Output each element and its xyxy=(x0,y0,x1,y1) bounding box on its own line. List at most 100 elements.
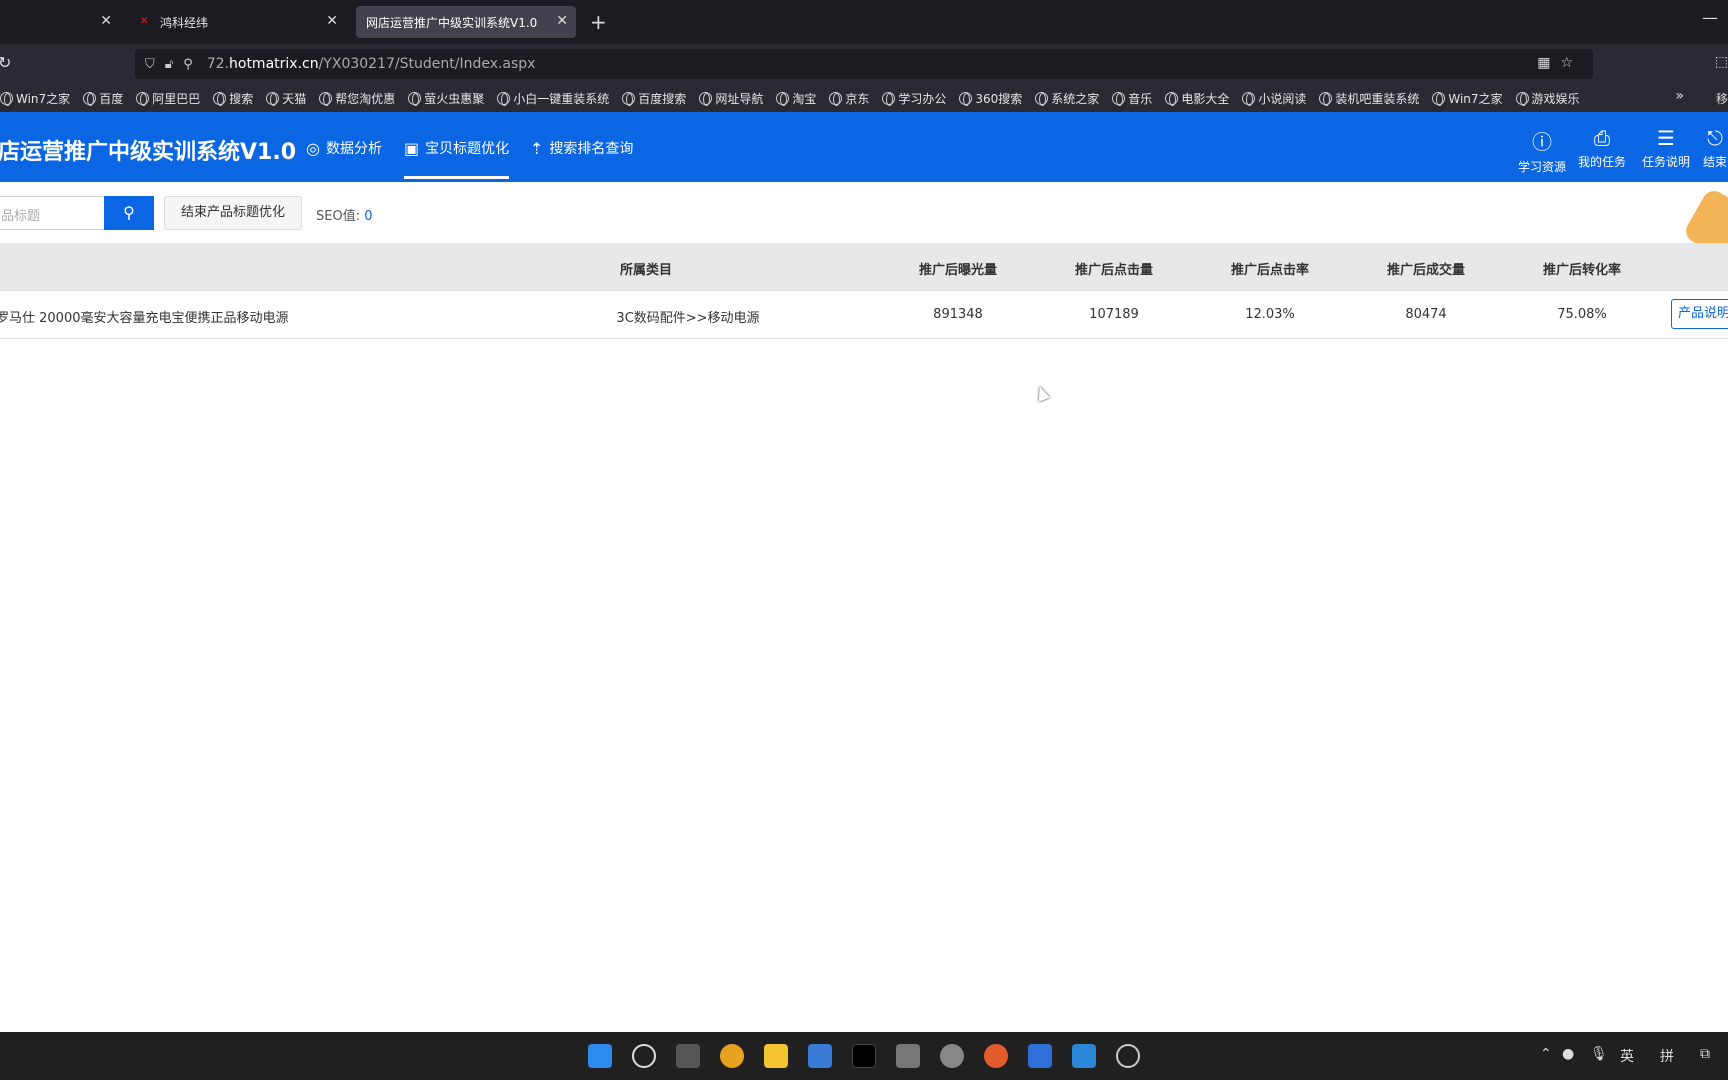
exposure-value: 891348 xyxy=(933,307,983,322)
globe-icon xyxy=(83,91,97,106)
bookmark-label: 网址导航 xyxy=(715,91,764,106)
file-explorer-icon[interactable] xyxy=(764,1044,788,1068)
list-icon: ☰ xyxy=(1657,126,1675,150)
qq-icon[interactable]: ● xyxy=(1562,1046,1574,1062)
nav-label: 宝贝标题优化 xyxy=(425,141,510,157)
nav-rank-query[interactable]: ⇡ 搜索排名查询 xyxy=(530,138,633,158)
my-tasks-button[interactable]: ⎙ 我的任务 xyxy=(1578,126,1626,170)
bookmark-item[interactable]: 京东 xyxy=(829,90,869,107)
nav-title-optimization[interactable]: ▣ 宝贝标题优化 xyxy=(404,138,510,179)
globe-icon xyxy=(497,91,511,106)
learning-resources-button[interactable]: ⓘ 学习资源 xyxy=(1518,126,1566,175)
close-icon[interactable]: ✕ xyxy=(556,13,568,29)
mic-icon[interactable]: 🎙︎ xyxy=(1590,1046,1608,1062)
globe-icon xyxy=(882,91,896,106)
globe-icon xyxy=(622,91,636,106)
browser-tab-strip: ✕ ✕ 鸿科经纬 ✕ 网店运营推广中级实训系统V1.0 ✕ + — xyxy=(0,0,1728,44)
start-icon[interactable] xyxy=(588,1044,612,1068)
globe-icon xyxy=(699,91,713,106)
end-button[interactable]: ⎋ 结束 xyxy=(1702,126,1728,170)
bookmark-item[interactable]: 阿里巴巴 xyxy=(136,90,200,107)
globe-icon xyxy=(213,91,227,106)
end-title-optimization-button[interactable]: 结束产品标题优化 xyxy=(164,196,303,230)
bookmark-item[interactable]: 音乐 xyxy=(1112,90,1152,107)
globe-icon xyxy=(1112,91,1126,106)
address-bar[interactable]: ⛉ 🔓︎ ⚲ 72.hotmatrix.cn/YX030217/Student/… xyxy=(135,49,1593,79)
obs-icon[interactable] xyxy=(1116,1044,1140,1068)
nav-label: 数据分析 xyxy=(325,141,382,157)
ime-mode[interactable]: 拼 xyxy=(1660,1046,1674,1066)
label: 任务说明 xyxy=(1642,155,1691,169)
bookmark-item[interactable]: 天猫 xyxy=(266,90,306,107)
tray-chevron-icon[interactable]: ⌃ xyxy=(1540,1046,1552,1062)
reload-icon[interactable]: ↻ xyxy=(0,53,11,72)
bookmark-item[interactable]: 百度 xyxy=(83,90,123,107)
product-category: 3C数码配件>>移动电源 xyxy=(616,311,760,326)
bookmark-item[interactable]: 小白一键重装系统 xyxy=(497,90,609,107)
globe-icon xyxy=(1165,91,1179,106)
bookmark-label: 学习办公 xyxy=(898,91,947,106)
bookmark-item[interactable]: 系统之家 xyxy=(1035,90,1099,107)
extensions-icon[interactable]: ⬚ xyxy=(1715,54,1728,70)
col-exposure: 推广后曝光量 xyxy=(918,263,997,278)
bookmark-item[interactable]: 萤火虫惠聚 xyxy=(408,90,484,107)
minimize-icon[interactable]: — xyxy=(1702,8,1718,27)
bookmark-item[interactable]: 360搜索 xyxy=(959,90,1022,107)
bookmark-label: 搜索 xyxy=(229,91,254,106)
browser-tab-3[interactable]: 网店运营推广中级实训系统V1.0 ✕ xyxy=(356,6,576,38)
calculator-icon[interactable] xyxy=(896,1044,920,1068)
firefox-icon[interactable] xyxy=(984,1044,1008,1068)
nav-data-analysis[interactable]: ◎ 数据分析 xyxy=(306,138,382,158)
bookmark-item-mobile[interactable]: 移 xyxy=(1716,90,1728,107)
bookmark-item[interactable]: 装机吧重装系统 xyxy=(1319,90,1419,107)
url-text[interactable]: 72.hotmatrix.cn/YX030217/Student/Index.a… xyxy=(207,56,536,72)
bookmark-item[interactable]: 电影大全 xyxy=(1165,90,1229,107)
bookmark-item[interactable]: 小说阅读 xyxy=(1242,90,1306,107)
new-tab-icon[interactable]: + xyxy=(590,10,607,34)
close-icon[interactable]: ✕ xyxy=(100,13,112,29)
bookmark-label: 系统之家 xyxy=(1051,91,1100,106)
task-instructions-button[interactable]: ☰ 任务说明 xyxy=(1642,126,1690,170)
qr-star-icons[interactable]: ▦☆ xyxy=(1537,55,1583,71)
browser-tab-2[interactable]: ✕ 鸿科经纬 ✕ xyxy=(130,6,346,38)
search-button[interactable]: ⚲ xyxy=(104,196,154,230)
bookmark-label: Win7之家 xyxy=(1448,91,1503,106)
bookmark-item[interactable]: 网址导航 xyxy=(699,90,763,107)
bookmark-label: 京东 xyxy=(845,91,870,106)
search-input[interactable]: 品标题 xyxy=(0,196,104,230)
bookmark-label: 帮您淘优惠 xyxy=(335,91,396,106)
notepad-icon[interactable] xyxy=(1072,1044,1096,1068)
app-icon[interactable] xyxy=(852,1044,876,1068)
browser-tab-1[interactable]: ✕ xyxy=(0,6,120,38)
ime-lang[interactable]: 英 xyxy=(1620,1046,1634,1066)
close-icon[interactable]: ✕ xyxy=(326,13,338,29)
app-title: 店运营推广中级实训系统V1.0 xyxy=(0,140,296,165)
bookmark-item[interactable]: 搜索 xyxy=(213,90,253,107)
product-description-button[interactable]: 产品说明 xyxy=(1671,299,1728,329)
bookmark-item[interactable]: 学习办公 xyxy=(882,90,946,107)
task-view-icon[interactable] xyxy=(676,1044,700,1068)
bookmark-item[interactable]: 百度搜索 xyxy=(622,90,686,107)
shield-icon[interactable]: ⛉ xyxy=(145,57,155,72)
feishu-icon[interactable] xyxy=(1028,1044,1052,1068)
bookmark-item[interactable]: Win7之家 xyxy=(0,90,70,107)
settings-icon[interactable] xyxy=(940,1044,964,1068)
lock-icon[interactable]: 🔓︎ xyxy=(165,57,173,72)
permissions-icon[interactable]: ⚲ xyxy=(183,57,193,72)
search-icon[interactable] xyxy=(632,1044,656,1068)
network-icon[interactable]: ⧉ xyxy=(1700,1046,1710,1062)
globe-icon xyxy=(408,91,422,106)
bookmark-label: 阿里巴巴 xyxy=(152,91,201,106)
globe-icon xyxy=(1319,91,1333,106)
bookmarks-overflow-icon[interactable]: » xyxy=(1675,88,1684,104)
monitor-icon[interactable] xyxy=(808,1044,832,1068)
bookmark-item[interactable]: 帮您淘优惠 xyxy=(319,90,395,107)
seo-label: SEO值: xyxy=(316,209,361,224)
tab-label: 鸿科经纬 xyxy=(160,15,209,30)
ctr-value: 12.03% xyxy=(1245,307,1295,322)
chrome-icon[interactable] xyxy=(720,1044,744,1068)
bookmark-item[interactable]: 淘宝 xyxy=(776,90,816,107)
bookmark-label: 360搜索 xyxy=(975,91,1023,106)
bookmark-item[interactable]: Win7之家 xyxy=(1432,90,1503,107)
bookmark-item[interactable]: 游戏娱乐 xyxy=(1515,90,1580,107)
